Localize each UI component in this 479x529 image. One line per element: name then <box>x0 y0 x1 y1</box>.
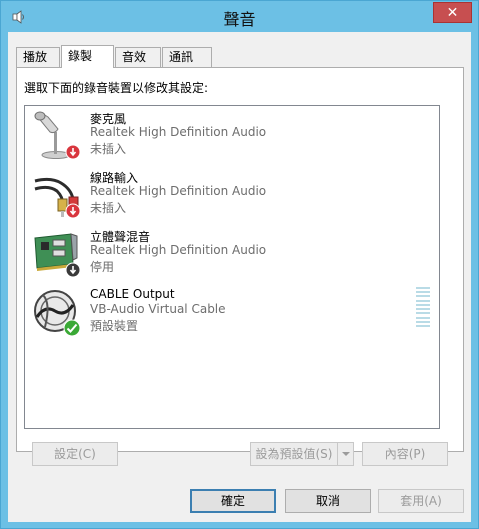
unplugged-badge-icon <box>65 203 81 219</box>
device-status: 未插入 <box>90 201 127 215</box>
device-list[interactable]: 麥克風 Realtek High Definition Audio 未插入 線路… <box>24 105 440 429</box>
device-description: Realtek High Definition Audio <box>90 125 267 139</box>
level-meter <box>416 287 430 327</box>
level-meter-segment <box>416 291 430 294</box>
level-meter-segment <box>416 324 430 327</box>
level-meter-segment <box>416 312 430 315</box>
window-title: 聲音 <box>223 10 256 29</box>
device-item[interactable]: 麥克風 Realtek High Definition Audio 未插入 <box>25 108 439 166</box>
properties-button[interactable]: 內容(P) <box>362 442 448 466</box>
chevron-down-icon[interactable] <box>337 443 353 465</box>
level-meter-segment <box>416 320 430 323</box>
unplugged-badge-icon <box>65 144 81 160</box>
device-description: Realtek High Definition Audio <box>90 184 267 198</box>
tab-sounds[interactable]: 音效 <box>115 47 161 67</box>
default-check-icon <box>63 319 81 337</box>
device-status: 停用 <box>90 260 115 274</box>
device-name: CABLE Output <box>90 287 175 301</box>
level-meter-segment <box>416 287 430 289</box>
set-default-label: 設為預設值(S) <box>255 447 333 461</box>
configure-button[interactable]: 設定(C) <box>32 442 118 466</box>
device-item[interactable]: 線路輸入 Realtek High Definition Audio 未插入 <box>25 167 439 225</box>
device-description: Realtek High Definition Audio <box>90 243 267 257</box>
disabled-badge-icon <box>65 262 81 278</box>
device-item[interactable]: 立體聲混音 Realtek High Definition Audio 停用 <box>25 226 439 284</box>
title-bar[interactable]: 聲音 ✕ <box>1 1 478 32</box>
level-meter-segment <box>416 316 430 319</box>
level-meter-segment <box>416 299 430 302</box>
tab-recording[interactable]: 錄製 <box>61 45 114 68</box>
dialog-client-area: 播放 錄製 音效 通訊 選取下面的錄音裝置以修改其設定: 麥克風 Realtek… <box>8 32 471 522</box>
device-description: VB-Audio Virtual Cable <box>90 302 226 316</box>
device-status: 預設裝置 <box>90 319 139 333</box>
device-item[interactable]: CABLE Output VB-Audio Virtual Cable 預設裝置 <box>25 285 439 343</box>
level-meter-segment <box>416 303 430 306</box>
apply-button[interactable]: 套用(A) <box>378 489 464 513</box>
instruction-text: 選取下面的錄音裝置以修改其設定: <box>24 81 209 95</box>
level-meter-segment <box>416 308 430 311</box>
cancel-button[interactable]: 取消 <box>285 489 371 513</box>
close-button[interactable]: ✕ <box>433 2 472 23</box>
device-status: 未插入 <box>90 142 127 156</box>
sound-dialog-window: 聲音 ✕ 播放 錄製 音效 通訊 選取下面的錄音裝置以修改其設定: 麥克風 Re… <box>0 0 479 529</box>
tab-communications[interactable]: 通訊 <box>162 47 212 67</box>
ok-button[interactable]: 確定 <box>190 489 276 513</box>
set-default-button[interactable]: 設為預設值(S) <box>250 442 354 466</box>
tab-playback[interactable]: 播放 <box>16 47 60 67</box>
level-meter-segment <box>416 295 430 298</box>
